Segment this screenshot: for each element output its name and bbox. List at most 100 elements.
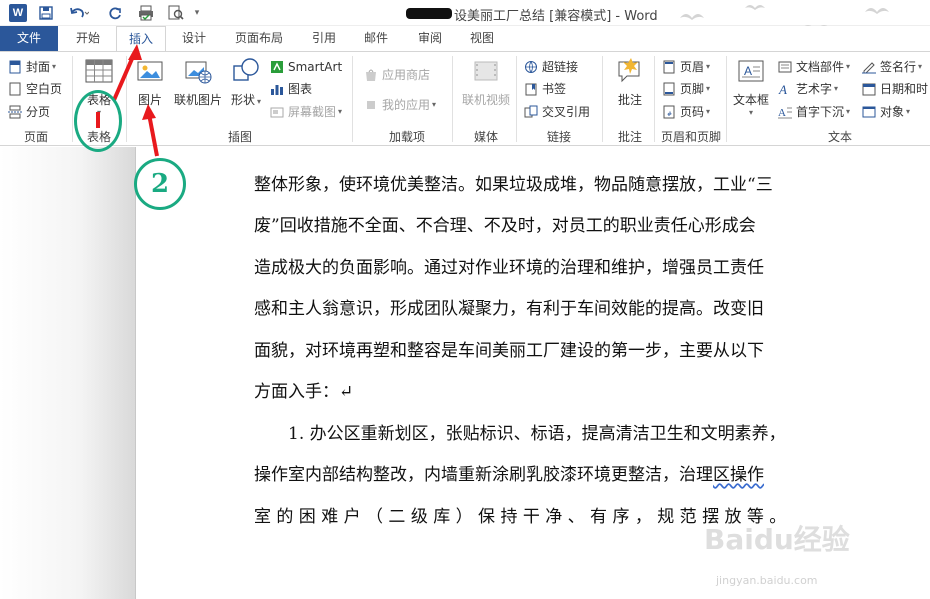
- online-video-icon: [474, 61, 498, 81]
- page-number-label: 页码: [680, 105, 705, 119]
- signature-line-button[interactable]: 签名行 ▾: [862, 57, 922, 77]
- svg-text:A: A: [778, 107, 786, 119]
- group-separator: [602, 56, 603, 142]
- object-button[interactable]: 对象 ▾: [862, 102, 910, 122]
- online-video-button[interactable]: 联机视频: [458, 56, 514, 108]
- signature-icon: [862, 62, 876, 74]
- textbox-icon: A: [738, 60, 764, 82]
- cover-page-button[interactable]: 封面 ▾: [8, 57, 56, 77]
- chart-label: 图表: [288, 82, 313, 96]
- redacted-title-part: [406, 8, 452, 19]
- svg-text:#: #: [667, 111, 672, 118]
- my-apps-label: 我的应用: [382, 98, 431, 112]
- save-icon[interactable]: [36, 3, 56, 23]
- tab-page-layout[interactable]: 页面布局: [226, 26, 292, 51]
- paragraph-line: 方面入手：↵: [254, 382, 354, 402]
- group-separator: [452, 56, 453, 142]
- app-store-button[interactable]: 应用商店: [364, 65, 430, 85]
- header-label: 页眉: [680, 60, 705, 74]
- group-label-text: 文本: [827, 130, 852, 144]
- screenshot-icon: [270, 107, 284, 118]
- app-store-label: 应用商店: [382, 68, 431, 82]
- calendar-icon: [862, 83, 876, 96]
- group-label-pages: 页面: [23, 130, 48, 144]
- group-separator: [352, 56, 353, 142]
- paragraph-line: 造成极大的负面影响。通过对作业环境的治理和维护，增强员工责任: [254, 258, 764, 278]
- online-video-label: 联机视频: [461, 93, 510, 107]
- baidu-watermark-url: jingyan.baidu.com: [716, 574, 818, 587]
- header-button[interactable]: 页眉 ▾: [662, 57, 710, 77]
- bookmark-button[interactable]: 书签: [524, 79, 566, 99]
- redo-icon[interactable]: [106, 3, 124, 23]
- footer-button[interactable]: 页脚 ▾: [662, 79, 710, 99]
- page-number-button[interactable]: # 页码 ▾: [662, 102, 710, 122]
- group-label-links: 链接: [546, 130, 571, 144]
- group-separator: [126, 56, 127, 142]
- date-time-label: 日期和时: [880, 82, 929, 96]
- blank-page-button[interactable]: 空白页: [8, 79, 62, 99]
- annotation-circle-table: [74, 90, 122, 152]
- tab-review[interactable]: 审阅: [408, 26, 452, 51]
- shapes-button[interactable]: 形状 ▾: [228, 56, 264, 108]
- comment-label: 批注: [617, 93, 642, 107]
- word-logo-icon[interactable]: W: [9, 4, 27, 22]
- tab-references[interactable]: 引用: [302, 26, 346, 51]
- baidu-watermark: Baidu经验: [704, 523, 850, 556]
- wordart-label: 艺术字: [796, 82, 833, 96]
- group-separator: [72, 56, 73, 142]
- online-picture-button[interactable]: 联机图片: [172, 56, 224, 108]
- page-number-icon: #: [663, 105, 675, 119]
- chart-button[interactable]: 图表: [270, 79, 312, 99]
- screenshot-button[interactable]: 屏幕截图 ▾: [270, 102, 342, 122]
- my-apps-button[interactable]: 我的应用 ▾: [364, 95, 436, 115]
- tab-mailings[interactable]: 邮件: [354, 26, 398, 51]
- tab-insert[interactable]: 插入: [116, 26, 166, 52]
- cross-reference-icon: [524, 105, 538, 118]
- customize-toolbar-icon[interactable]: ▾: [190, 3, 204, 23]
- table-icon: [85, 59, 113, 83]
- chart-icon: [271, 85, 283, 95]
- textbox-label: 文本框: [732, 93, 769, 107]
- group-label-media: 媒体: [473, 130, 498, 144]
- dropcap-button[interactable]: A 首字下沉 ▾: [778, 102, 850, 122]
- date-time-button[interactable]: 日期和时: [862, 79, 928, 99]
- print-preview-icon[interactable]: [136, 3, 156, 23]
- quick-parts-button[interactable]: 文档部件 ▾: [778, 57, 850, 77]
- smartart-button[interactable]: SmartArt: [270, 57, 342, 77]
- dropcap-icon: A: [778, 107, 792, 119]
- bookmark-label: 书签: [542, 82, 567, 96]
- comment-button[interactable]: 批注: [610, 56, 650, 108]
- hyperlink-button[interactable]: 超链接: [524, 57, 578, 77]
- my-apps-icon: [367, 101, 375, 109]
- online-picture-label: 联机图片: [173, 93, 222, 107]
- picture-button[interactable]: 图片: [132, 56, 168, 108]
- tab-file[interactable]: 文件: [0, 26, 58, 51]
- signature-line-label: 签名行: [880, 60, 917, 74]
- zoom-preview-icon[interactable]: [166, 3, 186, 23]
- cover-page-icon: [9, 60, 21, 74]
- footer-icon: [663, 82, 675, 96]
- hyperlink-label: 超链接: [542, 60, 579, 74]
- ribbon-insert: 封面 ▾ 空白页 分页 页面 表格 ▾ 表格 图片 联机图片 形状 ▾ SmartA…: [0, 51, 930, 146]
- page-break-button[interactable]: 分页: [8, 102, 50, 122]
- quick-parts-label: 文档部件: [796, 60, 845, 74]
- online-picture-icon: [185, 61, 212, 84]
- textbox-button[interactable]: A 文本框 ▾: [730, 56, 772, 117]
- group-separator: [516, 56, 517, 142]
- undo-icon[interactable]: [64, 3, 94, 23]
- paragraph-line: 整体形象，使环境优美整洁。如果垃圾成堆，物品随意摆放，工业“三: [254, 175, 773, 195]
- header-icon: [663, 60, 675, 74]
- wordart-button[interactable]: A 艺术字 ▾: [778, 79, 838, 99]
- tab-view[interactable]: 视图: [460, 26, 504, 51]
- paragraph-line: 操作室内部结构整改，内墙重新涂刷乳胶漆环境更整洁，治理区操作: [254, 460, 764, 485]
- group-separator: [654, 56, 655, 142]
- cross-reference-button[interactable]: 交叉引用: [524, 102, 590, 122]
- tab-design[interactable]: 设计: [172, 26, 216, 51]
- shapes-label: 形状: [230, 93, 255, 107]
- dropcap-label: 首字下沉: [796, 105, 845, 119]
- tab-home[interactable]: 开始: [64, 26, 112, 51]
- spellcheck-marked-text: 区操作: [713, 465, 764, 485]
- group-separator: [726, 56, 727, 142]
- page-break-label: 分页: [26, 105, 51, 119]
- svg-text:A: A: [744, 64, 752, 78]
